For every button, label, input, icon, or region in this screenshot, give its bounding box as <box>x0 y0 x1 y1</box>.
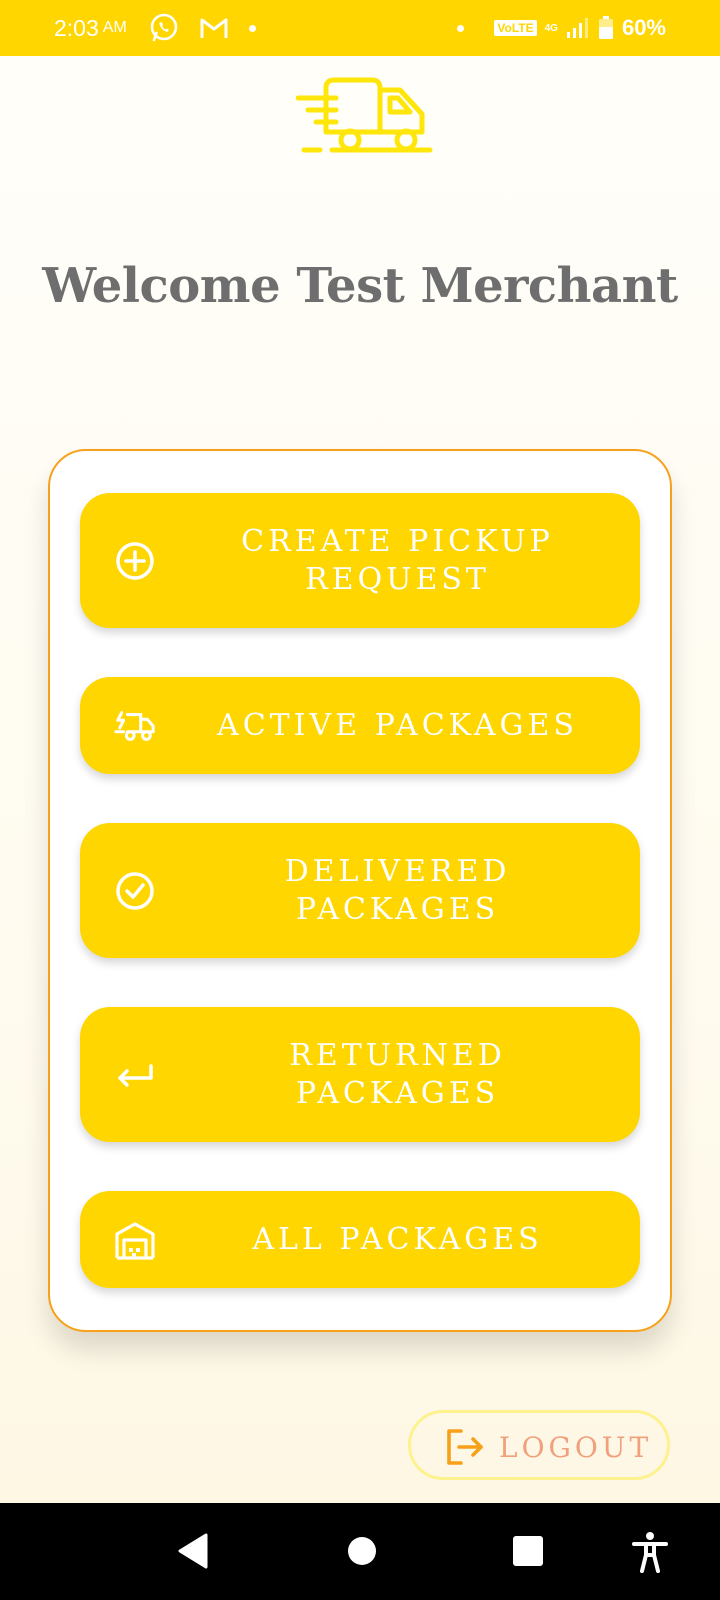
active-packages-button[interactable]: ACTIVE PACKAGES <box>80 677 640 774</box>
battery-percent: 60% <box>621 15 666 40</box>
delivered-packages-label: DELIVERED PACKAGES <box>284 853 511 927</box>
logout-icon <box>447 1429 483 1465</box>
signal-icon <box>566 18 588 38</box>
notification-dot-icon <box>457 24 465 32</box>
delivery-truck-icon <box>296 77 433 153</box>
returned-packages-button[interactable]: RETURNED PACKAGES <box>80 1007 640 1142</box>
check-circle-icon <box>114 870 156 912</box>
logout-label: LOGOUT <box>499 1431 653 1464</box>
status-bar: 2:03 AM VoLTE 4G 60% <box>0 0 720 56</box>
plus-circle-icon <box>114 540 156 582</box>
return-arrow-icon <box>114 1054 156 1096</box>
notification-icons <box>149 13 256 43</box>
fast-truck-icon <box>114 705 156 747</box>
battery-icon <box>598 16 613 39</box>
back-icon[interactable] <box>176 1531 210 1571</box>
status-right: VoLTE 4G 60% <box>457 15 666 41</box>
active-packages-label: ACTIVE PACKAGES <box>217 707 578 743</box>
create-pickup-request-button[interactable]: CREATE PICKUP REQUEST <box>80 493 640 628</box>
delivered-packages-button[interactable]: DELIVERED PACKAGES <box>80 823 640 958</box>
logout-button[interactable]: LOGOUT <box>408 1410 670 1480</box>
welcome-title: Welcome Test Merchant <box>42 258 678 314</box>
status-time: 2:03 <box>54 14 99 41</box>
all-packages-button[interactable]: ALL PACKAGES <box>80 1191 640 1288</box>
whatsapp-icon <box>150 13 178 42</box>
volte-badge: VoLTE <box>494 20 537 36</box>
warehouse-icon <box>114 1219 156 1261</box>
accessibility-icon[interactable] <box>630 1531 670 1573</box>
returned-packages-label: RETURNED PACKAGES <box>289 1037 506 1111</box>
all-packages-label: ALL PACKAGES <box>252 1221 543 1257</box>
network-type: 4G <box>544 22 558 34</box>
notification-dot-icon <box>248 24 256 32</box>
home-icon[interactable] <box>342 1531 382 1571</box>
create-pickup-request-label: CREATE PICKUP REQUEST <box>241 523 554 597</box>
status-ampm: AM <box>102 19 127 36</box>
navigation-bar <box>0 1503 720 1600</box>
gmail-icon <box>200 18 228 38</box>
recents-icon[interactable] <box>508 1531 548 1571</box>
